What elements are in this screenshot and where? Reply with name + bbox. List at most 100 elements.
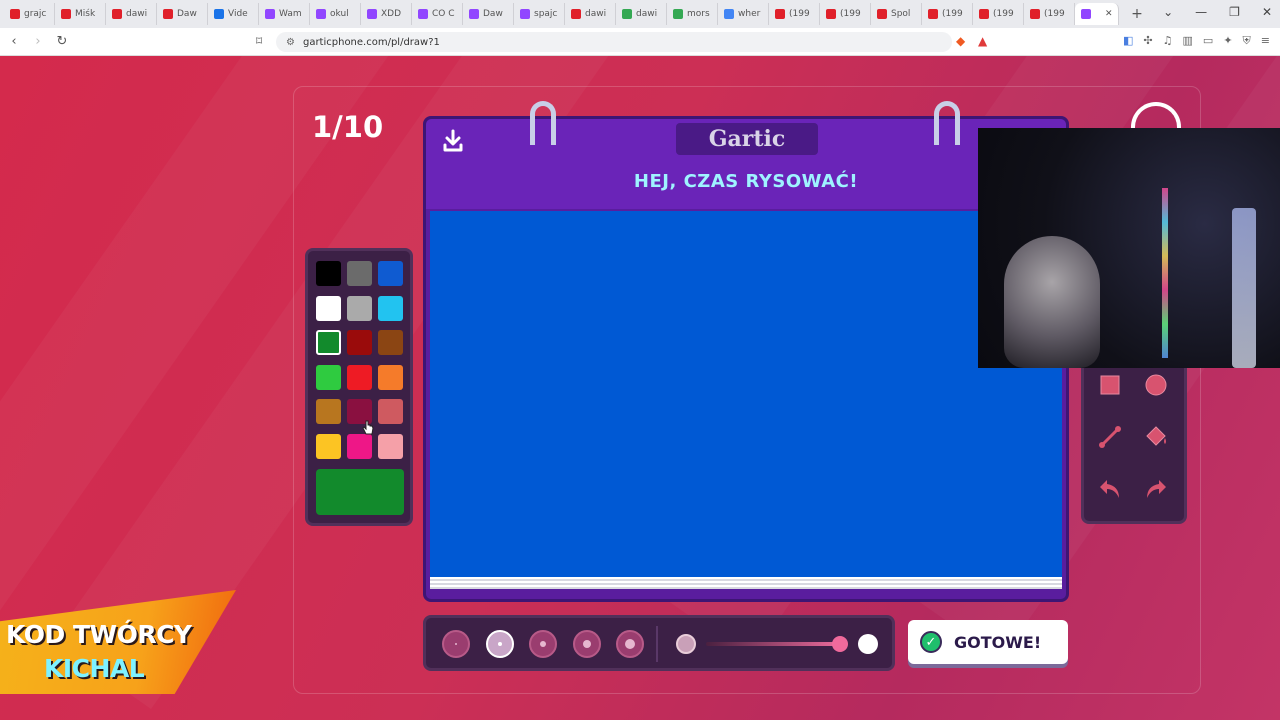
binder-ring-icon: [934, 101, 960, 145]
stroke-size-button[interactable]: [442, 630, 470, 658]
minimize-icon[interactable]: —: [1195, 5, 1207, 19]
line-tool-icon[interactable]: [1094, 421, 1126, 453]
stroke-size-button[interactable]: [572, 630, 601, 658]
browser-tab[interactable]: mors: [667, 3, 718, 25]
bookmark-icon[interactable]: ⌑: [256, 34, 262, 48]
menu-icon[interactable]: ≡: [1261, 34, 1270, 48]
tab-label: dawi: [636, 9, 658, 19]
vpn-icon[interactable]: ⛨: [1243, 34, 1251, 48]
board-header: Gartic HEJ, CZAS RYSOWAĆ!: [426, 119, 1066, 209]
url-field[interactable]: ⚙ garticphone.com/pl/draw?1: [276, 32, 952, 52]
site-info-icon[interactable]: ⚙: [286, 37, 295, 48]
browser-tab[interactable]: okul: [310, 3, 361, 25]
stroke-size-button[interactable]: [485, 630, 514, 658]
tab-favicon-icon: [469, 9, 479, 19]
opacity-min-icon: [676, 634, 696, 654]
opacity-slider[interactable]: [706, 642, 838, 646]
browser-tab[interactable]: grajc: [4, 3, 55, 25]
stroke-size-dot-icon: [497, 642, 502, 646]
browser-tab[interactable]: wher: [718, 3, 769, 25]
tools-panel: [1081, 354, 1187, 524]
tab-label: dawi: [126, 9, 148, 19]
browser-tab[interactable]: (199: [820, 3, 871, 25]
download-icon[interactable]: [442, 129, 464, 153]
color-swatch[interactable]: [316, 399, 341, 424]
browser-tab[interactable]: Daw: [157, 3, 208, 25]
color-swatch[interactable]: [316, 261, 341, 286]
close-window-icon[interactable]: ✕: [1262, 5, 1272, 19]
fill-bucket-icon[interactable]: [1140, 421, 1172, 453]
opacity-slider-handle[interactable]: [832, 636, 848, 652]
tab-label: Wam: [279, 9, 302, 19]
color-swatch[interactable]: [378, 399, 403, 424]
tab-label: dawi: [585, 9, 607, 19]
game-area: 1/10 Gartic HEJ, CZAS RYSOWAĆ! ✓ GOTOWE!…: [0, 56, 1280, 720]
color-swatch[interactable]: [378, 364, 403, 390]
browser-tab[interactable]: Daw: [463, 3, 514, 25]
restore-icon[interactable]: ❐: [1229, 5, 1240, 19]
browser-tab[interactable]: CO C: [412, 3, 463, 25]
browser-tab[interactable]: spajc: [514, 3, 565, 25]
stroke-size-button[interactable]: [616, 630, 644, 658]
ellipse-tool-icon[interactable]: [1140, 369, 1172, 401]
drawing-canvas[interactable]: [430, 211, 1062, 577]
browser-tab[interactable]: dawi: [616, 3, 667, 25]
ai-icon[interactable]: ✦: [1223, 34, 1232, 48]
undo-icon[interactable]: [1094, 473, 1126, 505]
brave-rewards-icon[interactable]: ▲: [978, 34, 987, 48]
tab-label: Daw: [177, 9, 197, 19]
color-swatch[interactable]: [378, 295, 403, 321]
window-controls: ⌄ — ❐ ✕: [1163, 5, 1272, 19]
new-tab-button[interactable]: +: [1127, 6, 1147, 22]
color-swatch[interactable]: [316, 433, 341, 459]
color-swatch[interactable]: [378, 330, 403, 355]
color-swatch[interactable]: [316, 330, 341, 355]
color-swatch[interactable]: [347, 364, 372, 390]
browser-tab[interactable]: Miśk: [55, 3, 106, 25]
color-swatch[interactable]: [378, 261, 403, 286]
color-swatch[interactable]: [347, 330, 372, 355]
wallet-icon[interactable]: ▭: [1203, 34, 1213, 48]
tab-favicon-icon: [520, 9, 530, 19]
browser-tab[interactable]: dawi: [565, 3, 616, 25]
browser-tab[interactable]: dawi: [106, 3, 157, 25]
stroke-size-button[interactable]: [529, 630, 557, 658]
reload-icon[interactable]: ↻: [52, 34, 72, 49]
browser-tab[interactable]: ✕: [1075, 3, 1119, 25]
done-button[interactable]: ✓ GOTOWE!: [908, 620, 1068, 664]
forward-icon[interactable]: ›: [28, 34, 48, 49]
back-icon[interactable]: ‹: [4, 34, 24, 49]
browser-tab[interactable]: (199: [769, 3, 820, 25]
brave-shield-icon[interactable]: ◆: [956, 34, 965, 48]
redo-icon[interactable]: [1140, 473, 1172, 505]
tab-favicon-icon: [775, 9, 785, 19]
music-icon[interactable]: ♫: [1163, 34, 1173, 48]
close-tab-icon[interactable]: ✕: [1105, 9, 1113, 19]
tab-list-icon[interactable]: ⌄: [1163, 5, 1173, 19]
color-swatch[interactable]: [347, 261, 372, 286]
browser-tab[interactable]: XDD: [361, 3, 412, 25]
color-swatch[interactable]: [378, 433, 403, 459]
tab-label: Miśk: [75, 9, 96, 19]
tab-label: Daw: [483, 9, 503, 19]
browser-tab[interactable]: (199: [922, 3, 973, 25]
color-swatch[interactable]: [347, 433, 372, 459]
color-swatch[interactable]: [316, 364, 341, 390]
color-swatch[interactable]: [316, 295, 341, 321]
translate-icon[interactable]: ◧: [1123, 34, 1133, 48]
sidebar-icon[interactable]: ▥: [1183, 34, 1193, 48]
browser-tab[interactable]: (199: [973, 3, 1024, 25]
browser-tab[interactable]: Wam: [259, 3, 310, 25]
tab-favicon-icon: [877, 9, 887, 19]
color-swatch[interactable]: [347, 295, 372, 321]
rectangle-tool-icon[interactable]: [1094, 369, 1126, 401]
browser-tab[interactable]: Vide: [208, 3, 259, 25]
url-text: garticphone.com/pl/draw?1: [302, 36, 440, 48]
tab-favicon-icon: [163, 9, 173, 19]
current-color-preview: [316, 469, 404, 515]
binder-ring-icon: [530, 101, 556, 145]
browser-tab[interactable]: Spol: [871, 3, 922, 25]
browser-tab[interactable]: (199: [1024, 3, 1075, 25]
puzzle-icon[interactable]: ✣: [1143, 34, 1152, 48]
page-title: HEJ, CZAS RYSOWAĆ!: [633, 171, 859, 192]
